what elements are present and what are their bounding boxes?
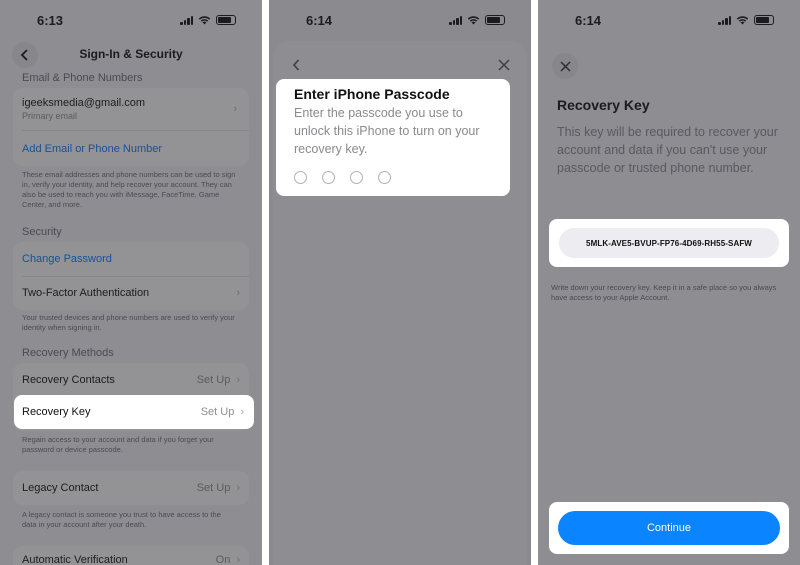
page-title: Sign-In & Security [79,47,183,61]
status-bar: 6:14 [269,0,531,40]
status-icons [449,15,505,25]
wifi-icon [736,16,749,25]
change-password-link[interactable]: Change Password [13,242,249,276]
passcode-dot [322,171,335,184]
two-factor-footer: Your trusted devices and phone numbers a… [22,313,235,332]
passcode-panel: Enter iPhone Passcode Enter the passcode… [276,79,510,196]
auto-verification-label: Automatic Verification [22,554,128,565]
two-factor-row[interactable]: Two-Factor Authentication › [13,276,249,310]
recovery-key-row[interactable]: Recovery Key Set Up › [14,395,254,429]
legacy-card: Legacy Contact Set Up › [13,471,249,505]
auto-verification-row[interactable]: Automatic Verification On › [13,546,249,565]
signal-icon [449,15,462,25]
status-bar: 6:14 [538,0,800,40]
section-header-email: Email & Phone Numbers [22,72,143,84]
email-footer: These email addresses and phone numbers … [22,170,236,209]
chevron-right-icon: › [236,482,240,494]
continue-button[interactable]: Continue [558,511,780,545]
security-card: Change Password Two-Factor Authenticatio… [13,242,249,310]
legacy-contact-label: Legacy Contact [22,482,99,494]
wifi-icon [467,16,480,25]
recovery-contacts-row[interactable]: Recovery Contacts Set Up › [13,363,249,397]
close-button[interactable] [552,53,578,79]
recovery-key-code: 5MLK-AVE5-BVUP-FP76-4D69-RH55-SAFW [559,228,779,258]
recovery-key-screen: 6:14 Recovery Key This key will be requi… [538,0,800,565]
section-header-security: Security [22,226,62,238]
email-address: igeeksmedia@gmail.com [22,97,146,109]
close-button[interactable] [493,54,515,76]
email-card: igeeksmedia@gmail.com Primary email › Ad… [13,88,249,166]
status-time: 6:13 [37,12,64,28]
recovery-key-label: Recovery Key [22,406,91,418]
battery-icon [485,15,505,25]
chevron-right-icon: › [240,406,244,418]
settings-screen: 6:13 Sign-In & Security Email & Phone Nu… [0,0,262,565]
email-sub: Primary email [22,111,78,121]
wifi-icon [198,16,211,25]
passcode-dot [294,171,307,184]
section-header-recovery: Recovery Methods [22,347,114,359]
passcode-dots[interactable] [294,171,500,184]
auto-verification-card: Automatic Verification On › [13,546,249,565]
recovery-contacts-label: Recovery Contacts [22,374,115,386]
legacy-footer: A legacy contact is someone you trust to… [22,510,221,529]
recovery-contacts-value: Set Up [196,374,231,386]
battery-icon [216,15,236,25]
auto-verification-value: On [215,554,231,565]
recovery-key-note: Write down your recovery key. Keep it in… [551,283,777,302]
passcode-title: Enter iPhone Passcode [294,86,450,102]
two-factor-label: Two-Factor Authentication [22,287,150,299]
back-button[interactable] [285,54,307,76]
chevron-left-icon [292,59,299,71]
recovery-key-panel: 5MLK-AVE5-BVUP-FP76-4D69-RH55-SAFW [549,219,789,267]
recovery-key-value: Set Up [200,406,235,418]
status-time: 6:14 [575,12,602,28]
passcode-dot [378,171,391,184]
passcode-instructions: Enter the passcode you use to unlock thi… [294,106,480,156]
legacy-contact-row[interactable]: Legacy Contact Set Up › [13,471,249,505]
chevron-right-icon: › [233,103,237,115]
signal-icon [180,15,193,25]
chevron-right-icon: › [236,287,240,299]
add-email-link[interactable]: Add Email or Phone Number [13,132,249,166]
status-icons [180,15,236,25]
close-icon [559,60,571,72]
battery-icon [754,15,774,25]
nav-bar: Sign-In & Security [0,40,262,70]
legacy-contact-value: Set Up [196,482,231,494]
passcode-dot [350,171,363,184]
status-time: 6:14 [306,12,333,28]
recovery-key-sheet [542,41,796,565]
divider [22,130,249,131]
close-icon [498,59,510,71]
recovery-key-description: This key will be required to recover you… [557,125,778,175]
recovery-footer: Regain access to your account and data i… [22,435,214,454]
status-icons [718,15,774,25]
signal-icon [718,15,731,25]
status-bar: 6:13 [0,0,262,40]
continue-panel: Continue [549,502,789,554]
recovery-key-title: Recovery Key [557,97,650,113]
chevron-right-icon: › [236,374,240,386]
email-row[interactable]: igeeksmedia@gmail.com Primary email [13,94,249,124]
chevron-right-icon: › [236,554,240,565]
